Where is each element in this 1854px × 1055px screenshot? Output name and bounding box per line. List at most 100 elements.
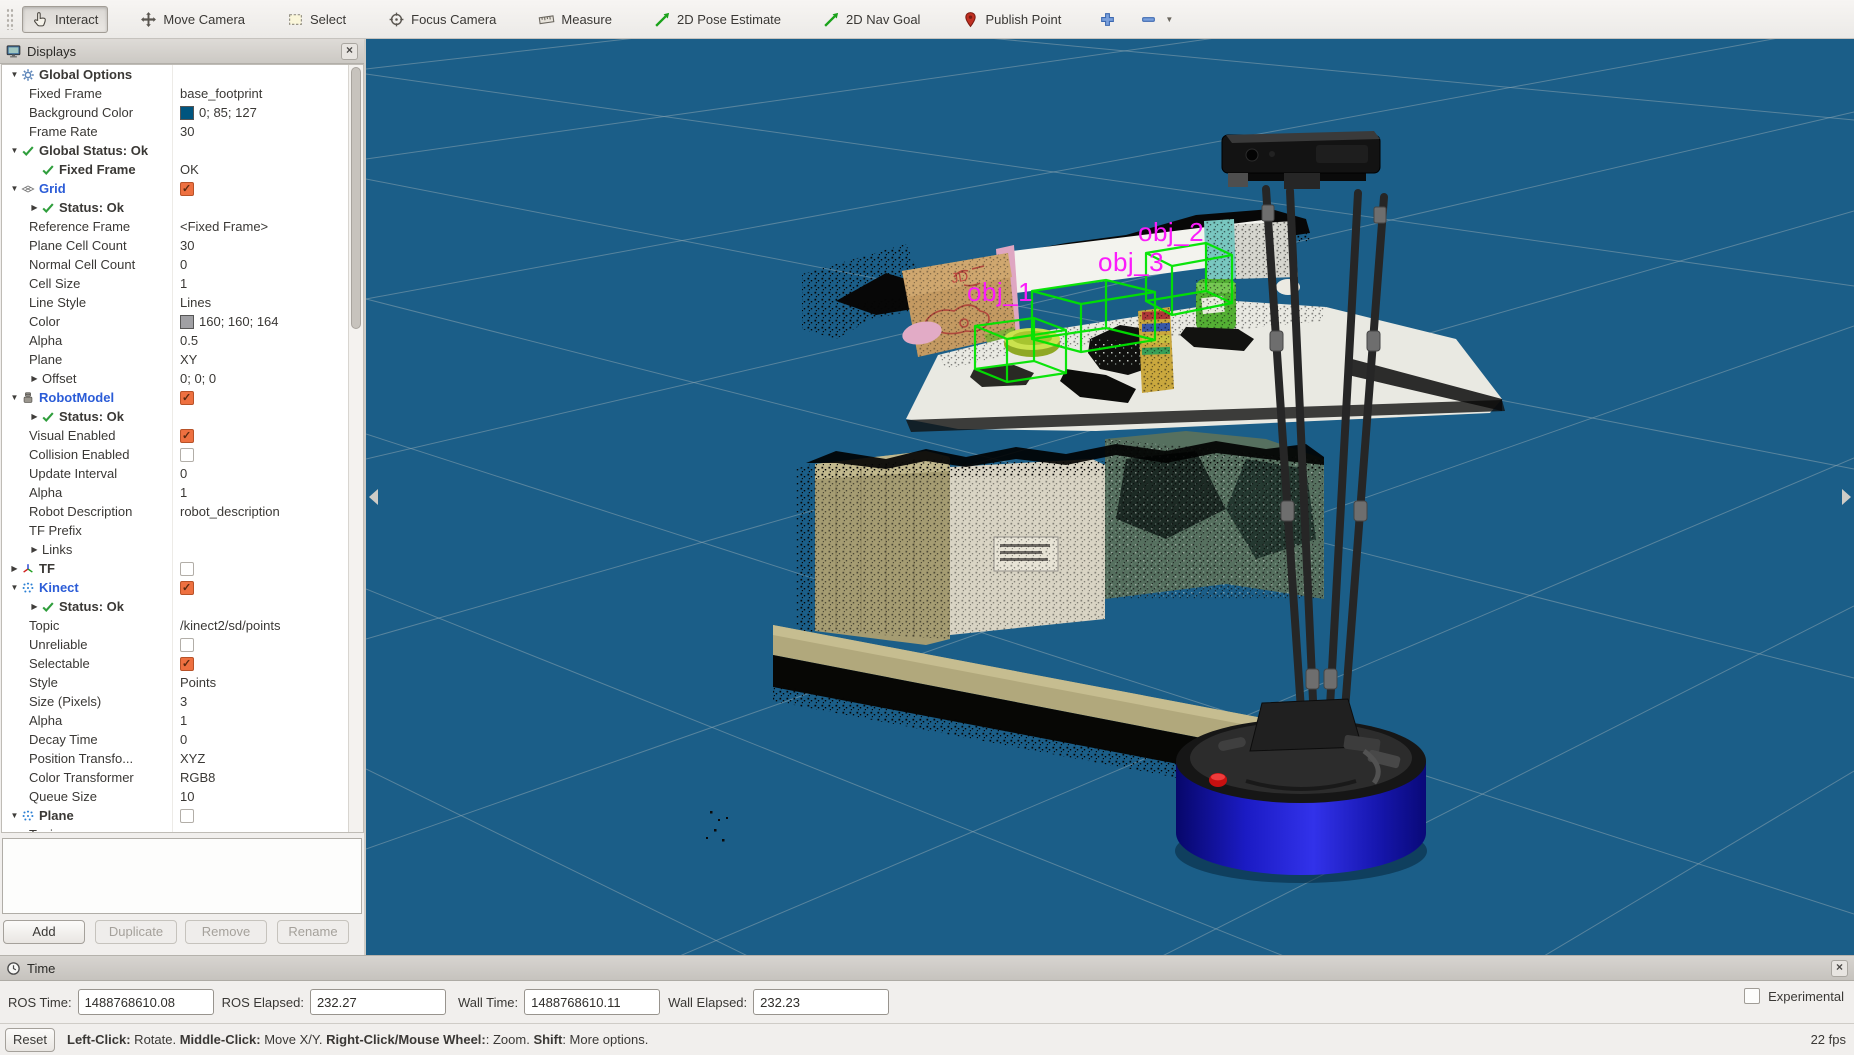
checkbox-unchecked[interactable] — [180, 448, 194, 462]
tree-row-value[interactable]: <Fixed Frame> — [173, 217, 348, 236]
close-icon[interactable]: × — [341, 43, 358, 60]
tree-row-offset[interactable]: ▶Offset0; 0; 0 — [2, 369, 348, 388]
tree-row-collision-enabled[interactable]: Collision Enabled — [2, 445, 348, 464]
tree-row-value[interactable]: XY — [173, 350, 348, 369]
tree-row-value[interactable] — [173, 445, 348, 464]
remove-tool-button[interactable]: ▼ — [1134, 6, 1179, 33]
tree-row-value[interactable] — [173, 597, 348, 616]
tree-row-value[interactable] — [173, 806, 348, 825]
measure-button[interactable]: Measure — [528, 6, 622, 33]
tree-row-robot-description[interactable]: Robot Descriptionrobot_description — [2, 502, 348, 521]
2d-pose-estimate-button[interactable]: 2D Pose Estimate — [644, 6, 791, 33]
tree-row-plane[interactable]: ▼Plane — [2, 806, 348, 825]
tree-row-value[interactable]: 1 — [173, 274, 348, 293]
collapse-arrow-icon[interactable]: ▼ — [8, 806, 21, 825]
tree-row-color[interactable]: Color160; 160; 164 — [2, 312, 348, 331]
tree-row-status-ok[interactable]: ▶Status: Ok — [2, 198, 348, 217]
select-button[interactable]: Select — [277, 6, 356, 33]
tree-row-value[interactable]: OK — [173, 160, 348, 179]
tree-row-tf[interactable]: ▶TF — [2, 559, 348, 578]
collapse-arrow-icon[interactable]: ▼ — [8, 578, 21, 597]
tree-row-line-style[interactable]: Line StyleLines — [2, 293, 348, 312]
displays-panel-header[interactable]: Displays × — [0, 39, 364, 64]
checkbox-checked[interactable] — [180, 182, 194, 196]
right-splitter-arrow-icon[interactable] — [1842, 489, 1851, 505]
move-camera-button[interactable]: Move Camera — [130, 6, 255, 33]
tree-row-decay-time[interactable]: Decay Time0 — [2, 730, 348, 749]
tree-row-value[interactable] — [173, 635, 348, 654]
tree-row-value[interactable]: 0; 0; 0 — [173, 369, 348, 388]
expand-arrow-icon[interactable]: ▶ — [28, 540, 41, 559]
tree-row-value[interactable] — [173, 198, 348, 217]
tree-row-color-transformer[interactable]: Color TransformerRGB8 — [2, 768, 348, 787]
checkbox-checked[interactable] — [180, 657, 194, 671]
ros-elapsed-field[interactable] — [310, 989, 446, 1015]
collapse-arrow-icon[interactable]: ▼ — [8, 141, 21, 160]
ros-time-field[interactable] — [78, 989, 214, 1015]
tree-row-value[interactable]: 10 — [173, 787, 348, 806]
tree-row-value[interactable]: 1 — [173, 711, 348, 730]
tree-row-value[interactable]: RGB8 — [173, 768, 348, 787]
tree-row-value[interactable]: 1 — [173, 483, 348, 502]
time-panel-header[interactable]: Time × — [0, 955, 1854, 981]
tree-row-value[interactable] — [173, 578, 348, 597]
expand-arrow-icon[interactable]: ▶ — [28, 369, 41, 388]
tree-row-status-ok[interactable]: ▶Status: Ok — [2, 407, 348, 426]
add-tool-button[interactable] — [1093, 6, 1122, 33]
tree-row-alpha[interactable]: Alpha1 — [2, 483, 348, 502]
tree-row-grid[interactable]: ▼Grid — [2, 179, 348, 198]
tree-row-position-transfo[interactable]: Position Transfo...XYZ — [2, 749, 348, 768]
tree-row-value[interactable]: Lines — [173, 293, 348, 312]
tree-row-value[interactable]: 0 — [173, 255, 348, 274]
tree-row-cell-size[interactable]: Cell Size1 — [2, 274, 348, 293]
tree-scrollbar[interactable] — [348, 65, 363, 832]
tree-row-value[interactable]: 0 — [173, 464, 348, 483]
tree-row-value[interactable]: 160; 160; 164 — [173, 312, 348, 331]
tree-row-value[interactable]: 0 — [173, 730, 348, 749]
tree-row-value[interactable] — [173, 559, 348, 578]
checkbox-checked[interactable] — [180, 429, 194, 443]
tree-row-value[interactable]: 30 — [173, 236, 348, 255]
tree-row-frame-rate[interactable]: Frame Rate30 — [2, 122, 348, 141]
tree-row-unreliable[interactable]: Unreliable — [2, 635, 348, 654]
tree-row-selectable[interactable]: Selectable — [2, 654, 348, 673]
tree-row-value[interactable]: /kinect2/sd/points — [173, 616, 348, 635]
tree-row-robotmodel[interactable]: ▼RobotModel — [2, 388, 348, 407]
tree-row-value[interactable]: robot_description — [173, 502, 348, 521]
dropdown-caret-icon[interactable]: ▼ — [1165, 15, 1173, 24]
tree-scrollbar-thumb[interactable] — [351, 67, 361, 329]
left-splitter-arrow-icon[interactable] — [369, 489, 378, 505]
tree-row-style[interactable]: StylePoints — [2, 673, 348, 692]
tree-row-value[interactable] — [173, 540, 348, 559]
tree-row-plane[interactable]: PlaneXY — [2, 350, 348, 369]
focus-camera-button[interactable]: Focus Camera — [378, 6, 506, 33]
tree-row-normal-cell-count[interactable]: Normal Cell Count0 — [2, 255, 348, 274]
tree-row-tf-prefix[interactable]: TF Prefix — [2, 521, 348, 540]
tree-row-status-ok[interactable]: ▶Status: Ok — [2, 597, 348, 616]
tree-row-kinect[interactable]: ▼Kinect — [2, 578, 348, 597]
close-icon[interactable]: × — [1831, 960, 1848, 977]
tree-row-value[interactable] — [173, 426, 348, 445]
expand-arrow-icon[interactable]: ▶ — [28, 198, 41, 217]
tree-row-update-interval[interactable]: Update Interval0 — [2, 464, 348, 483]
tree-row-background-color[interactable]: Background Color0; 85; 127 — [2, 103, 348, 122]
tree-row-alpha[interactable]: Alpha1 — [2, 711, 348, 730]
collapse-arrow-icon[interactable]: ▼ — [8, 179, 21, 198]
tree-row-value[interactable] — [173, 521, 348, 540]
render-viewport[interactable]: JD — [366, 39, 1854, 955]
tree-row-value[interactable] — [173, 654, 348, 673]
tree-row-global-options[interactable]: ▼Global Options — [2, 65, 348, 84]
tree-row-value[interactable] — [173, 65, 348, 84]
tree-row-value[interactable]: base_footprint — [173, 84, 348, 103]
checkbox-checked[interactable] — [180, 581, 194, 595]
wall-time-field[interactable] — [524, 989, 660, 1015]
tree-row-value[interactable] — [173, 825, 348, 833]
expand-arrow-icon[interactable]: ▶ — [8, 559, 21, 578]
tree-row-alpha[interactable]: Alpha0.5 — [2, 331, 348, 350]
tree-row-fixed-frame[interactable]: Fixed Framebase_footprint — [2, 84, 348, 103]
tree-row-visual-enabled[interactable]: Visual Enabled — [2, 426, 348, 445]
tree-row-links[interactable]: ▶Links — [2, 540, 348, 559]
reset-button[interactable]: Reset — [5, 1028, 55, 1052]
interact-button[interactable]: Interact — [22, 6, 108, 33]
collapse-arrow-icon[interactable]: ▼ — [8, 65, 21, 84]
